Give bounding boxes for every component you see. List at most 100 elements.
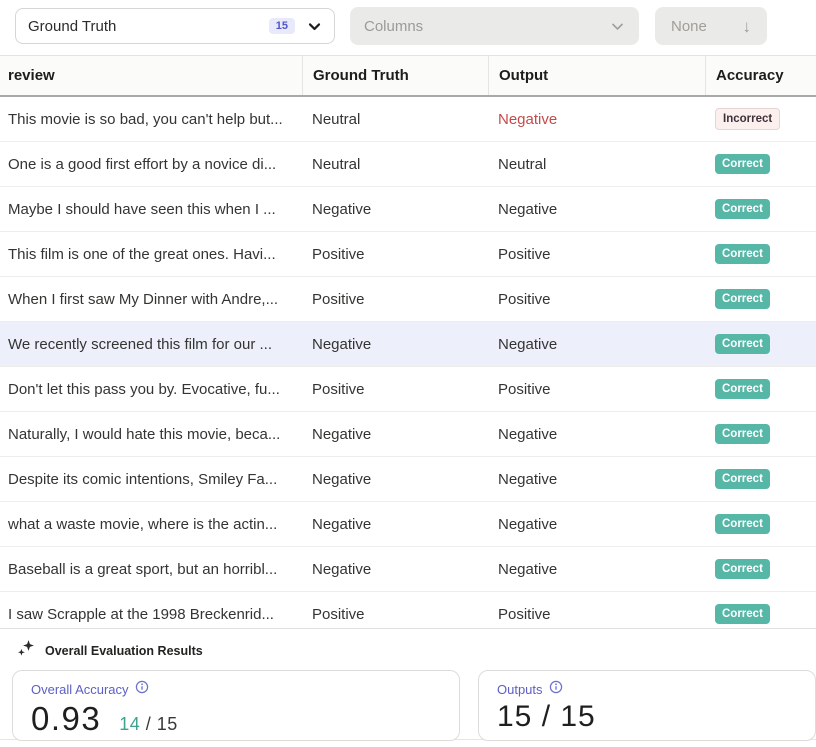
accuracy-cell: Incorrect — [705, 108, 816, 130]
table-row[interactable]: Despite its comic intentions, Smiley Fa.… — [0, 457, 816, 502]
chevron-down-icon — [610, 19, 625, 34]
filter-toolbar: Ground Truth 15 Columns None ↓ — [0, 0, 816, 56]
table-row[interactable]: Maybe I should have seen this when I ...… — [0, 187, 816, 232]
review-cell: This film is one of the great ones. Havi… — [0, 246, 302, 263]
review-cell: We recently screened this film for our .… — [0, 336, 302, 353]
review-cell: Maybe I should have seen this when I ... — [0, 201, 302, 218]
accuracy-badge: Correct — [715, 424, 770, 444]
accuracy-badge: Correct — [715, 559, 770, 579]
columns-select[interactable]: Columns — [350, 7, 639, 45]
info-icon[interactable] — [135, 680, 149, 699]
output-cell: Negative — [488, 336, 705, 353]
review-cell: This movie is so bad, you can't help but… — [0, 111, 302, 128]
ground-truth-cell: Positive — [302, 381, 488, 398]
column-header-accuracy[interactable]: Accuracy — [705, 56, 816, 95]
overall-results-panel: Overall Evaluation Results Overall Accur… — [0, 628, 816, 740]
table-row[interactable]: what a waste movie, where is the actin..… — [0, 502, 816, 547]
sort-none-label: None — [671, 18, 707, 35]
review-cell: Don't let this pass you by. Evocative, f… — [0, 381, 302, 398]
overall-accuracy-card: Overall Accuracy 0.93 14 / 15 — [12, 670, 460, 741]
output-cell: Positive — [488, 246, 705, 263]
output-cell: Negative — [488, 426, 705, 443]
accuracy-cell: Correct — [705, 334, 816, 354]
ground-truth-cell: Negative — [302, 426, 488, 443]
review-cell: I saw Scrapple at the 1998 Breckenrid... — [0, 606, 302, 623]
output-cell: Negative — [488, 111, 705, 128]
output-cell: Negative — [488, 561, 705, 578]
ground-truth-select[interactable]: Ground Truth 15 — [15, 8, 335, 44]
accuracy-cell: Correct — [705, 514, 816, 534]
table-header-row: review Ground Truth Output Accuracy — [0, 56, 816, 97]
accuracy-cell: Correct — [705, 559, 816, 579]
column-header-output[interactable]: Output — [488, 56, 705, 95]
ground-truth-cell: Neutral — [302, 156, 488, 173]
row-count-badge: 15 — [269, 18, 295, 34]
info-icon[interactable] — [549, 680, 563, 699]
table-row[interactable]: We recently screened this film for our .… — [0, 322, 816, 367]
output-cell: Negative — [488, 201, 705, 218]
review-cell: One is a good first effort by a novice d… — [0, 156, 302, 173]
overall-accuracy-label: Overall Accuracy — [31, 682, 129, 697]
ground-truth-cell: Negative — [302, 516, 488, 533]
table-row[interactable]: Naturally, I would hate this movie, beca… — [0, 412, 816, 457]
table-row[interactable]: One is a good first effort by a novice d… — [0, 142, 816, 187]
review-cell: When I first saw My Dinner with Andre,..… — [0, 291, 302, 308]
accuracy-cell: Correct — [705, 469, 816, 489]
accuracy-badge: Correct — [715, 154, 770, 174]
ground-truth-cell: Negative — [302, 201, 488, 218]
ground-truth-cell: Positive — [302, 291, 488, 308]
columns-select-label: Columns — [364, 18, 423, 35]
accuracy-badge: Correct — [715, 469, 770, 489]
table-row[interactable]: Don't let this pass you by. Evocative, f… — [0, 367, 816, 412]
output-cell: Positive — [488, 291, 705, 308]
outputs-value: 15 / 15 — [497, 700, 596, 734]
table-row[interactable]: Baseball is a great sport, but an horrib… — [0, 547, 816, 592]
output-cell: Positive — [488, 606, 705, 623]
accuracy-cell: Correct — [705, 289, 816, 309]
accuracy-cell: Correct — [705, 244, 816, 264]
review-cell: Naturally, I would hate this movie, beca… — [0, 426, 302, 443]
accuracy-cell: Correct — [705, 424, 816, 444]
output-cell: Negative — [488, 516, 705, 533]
accuracy-badge: Incorrect — [715, 108, 780, 130]
table-row[interactable]: This film is one of the great ones. Havi… — [0, 232, 816, 277]
outputs-card: Outputs 15 / 15 — [478, 670, 816, 741]
output-cell: Negative — [488, 471, 705, 488]
ground-truth-select-label: Ground Truth — [28, 18, 116, 35]
table-body: This movie is so bad, you can't help but… — [0, 97, 816, 628]
ground-truth-cell: Positive — [302, 246, 488, 263]
ground-truth-cell: Negative — [302, 561, 488, 578]
review-cell: Despite its comic intentions, Smiley Fa.… — [0, 471, 302, 488]
accuracy-badge: Correct — [715, 514, 770, 534]
ground-truth-cell: Negative — [302, 471, 488, 488]
accuracy-badge: Correct — [715, 379, 770, 399]
overall-results-header: Overall Evaluation Results — [0, 629, 816, 670]
accuracy-cell: Correct — [705, 154, 816, 174]
accuracy-badge: Correct — [715, 334, 770, 354]
output-cell: Positive — [488, 381, 705, 398]
arrow-down-icon: ↓ — [743, 18, 752, 35]
ground-truth-cell: Positive — [302, 606, 488, 623]
overall-accuracy-value: 0.93 — [31, 700, 101, 738]
ground-truth-cell: Negative — [302, 336, 488, 353]
column-header-review[interactable]: review — [0, 56, 302, 95]
table-row[interactable]: When I first saw My Dinner with Andre,..… — [0, 277, 816, 322]
accuracy-cell: Correct — [705, 199, 816, 219]
accuracy-cell: Correct — [705, 379, 816, 399]
overall-results-title: Overall Evaluation Results — [45, 644, 203, 658]
results-cards: Overall Accuracy 0.93 14 / 15 Outputs 15… — [0, 670, 816, 741]
table-row[interactable]: This movie is so bad, you can't help but… — [0, 97, 816, 142]
review-cell: Baseball is a great sport, but an horrib… — [0, 561, 302, 578]
accuracy-badge: Correct — [715, 244, 770, 264]
chevron-down-icon — [307, 19, 322, 34]
column-header-ground-truth[interactable]: Ground Truth — [302, 56, 488, 95]
accuracy-badge: Correct — [715, 199, 770, 219]
accuracy-badge: Correct — [715, 289, 770, 309]
sort-none-button[interactable]: None ↓ — [655, 7, 767, 45]
table-row[interactable]: I saw Scrapple at the 1998 Breckenrid...… — [0, 592, 816, 628]
accuracy-fraction: 14 / 15 — [119, 714, 178, 735]
output-cell: Neutral — [488, 156, 705, 173]
accuracy-badge: Correct — [715, 604, 770, 624]
sparkles-icon — [16, 638, 36, 663]
review-cell: what a waste movie, where is the actin..… — [0, 516, 302, 533]
